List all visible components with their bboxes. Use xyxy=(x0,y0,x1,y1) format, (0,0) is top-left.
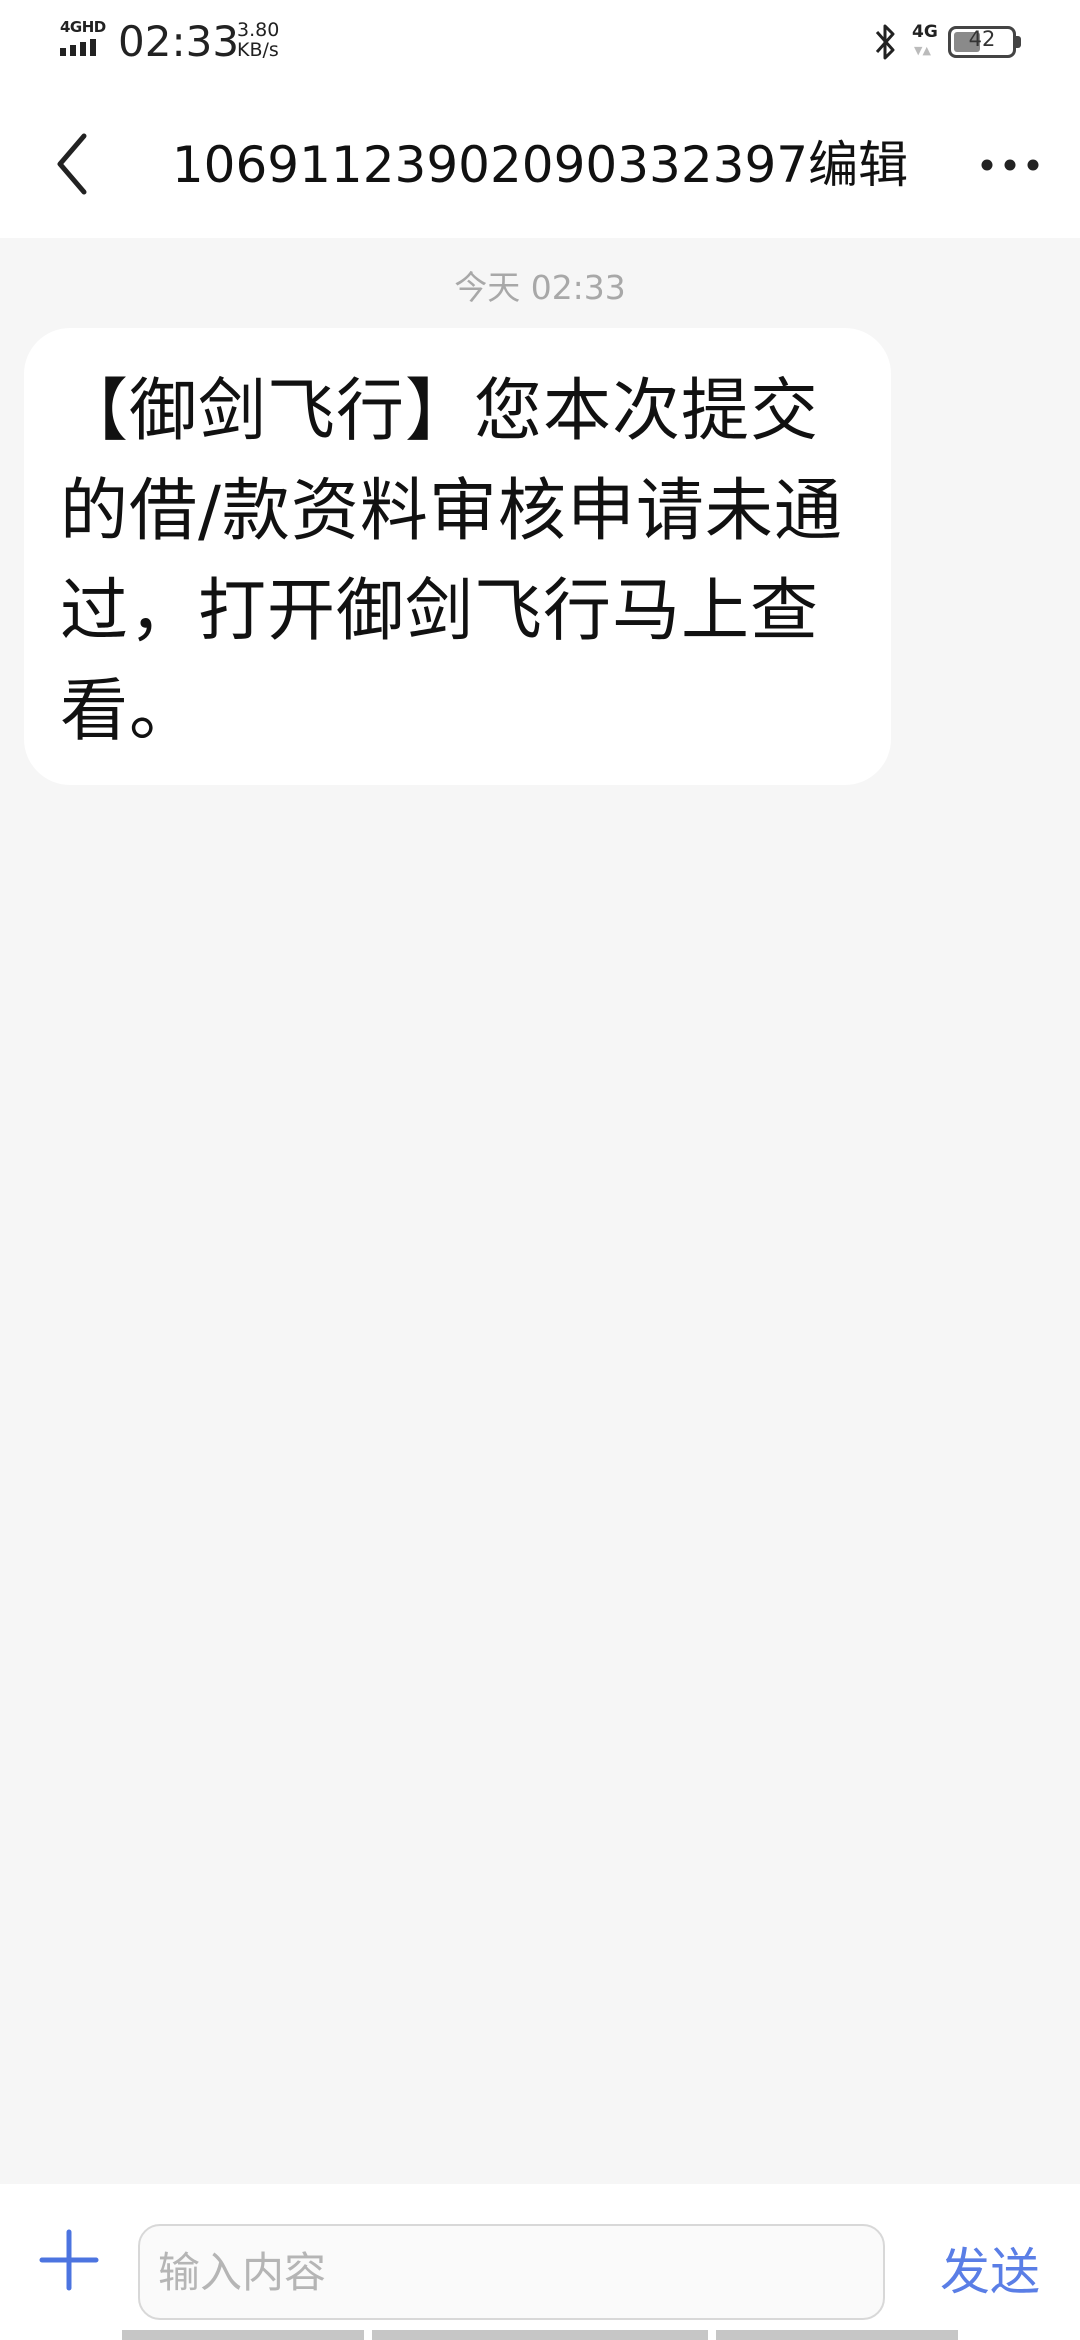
mobile-data-icon: 4G ▼▲ xyxy=(912,22,938,57)
network-type: 4G xyxy=(912,22,938,42)
message-text: 【御剑飞行】您本次提交的借/款资料审核申请未通过，打开御剑飞行马上查看。 xyxy=(60,372,843,751)
more-icon xyxy=(981,159,1039,171)
network-speed-unit: KB/s xyxy=(237,39,279,61)
status-bar: 4GHD 02:33 3.80 KB/s 4G ▼▲ 42 xyxy=(0,0,1080,90)
incoming-message-bubble[interactable]: 【御剑飞行】您本次提交的借/款资料审核申请未通过，打开御剑飞行马上查看。 xyxy=(24,328,891,785)
signal-icon: 4GHD xyxy=(60,18,108,58)
network-speed: 3.80 KB/s xyxy=(237,20,279,60)
add-attachment-button[interactable] xyxy=(36,2220,102,2300)
network-label: 4GHD xyxy=(60,18,106,36)
message-timestamp: 今天 02:33 xyxy=(454,268,626,307)
bottom-gesture-bar xyxy=(0,2330,1080,2340)
message-thread[interactable]: 今天 02:33 【御剑飞行】您本次提交的借/款资料审核申请未通过，打开御剑飞行… xyxy=(0,238,1080,2184)
battery-icon: 42 xyxy=(948,26,1022,58)
more-button[interactable] xyxy=(975,130,1045,200)
back-button[interactable] xyxy=(40,124,110,204)
bluetooth-icon xyxy=(875,24,895,60)
message-input[interactable] xyxy=(138,2224,885,2320)
back-arrow-icon xyxy=(57,133,87,195)
status-time: 02:33 xyxy=(118,17,240,66)
network-speed-value: 3.80 xyxy=(237,19,280,41)
contact-title[interactable]: 106911239020903323​97编辑 xyxy=(120,130,960,200)
send-button[interactable]: 发送 xyxy=(920,2234,1060,2310)
battery-level: 42 xyxy=(968,27,996,51)
composer-bar: 发送 xyxy=(0,2184,1080,2340)
plus-icon xyxy=(39,2229,99,2291)
conversation-header: 106911239020903323​97编辑 xyxy=(0,90,1080,238)
